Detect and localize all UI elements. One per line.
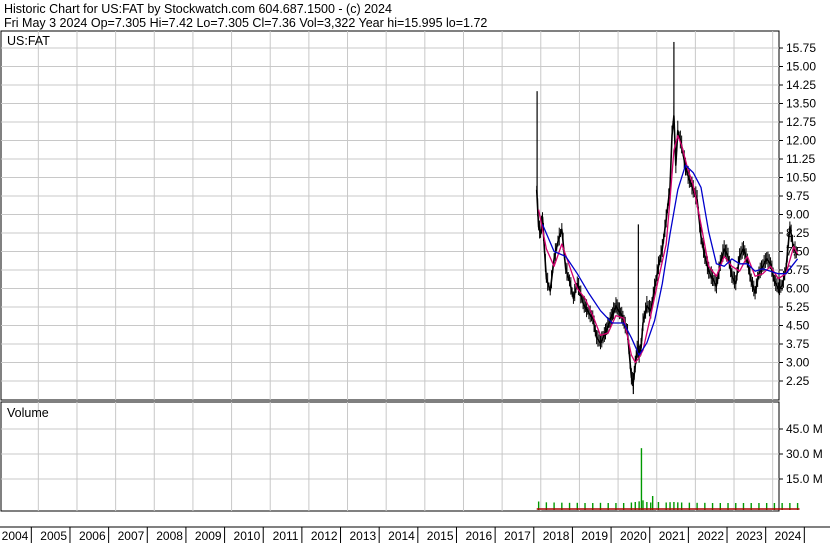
year-tick-label: 2006	[79, 529, 106, 543]
price-tick-label: 9.75	[786, 189, 810, 203]
price-panel	[0, 30, 780, 401]
year-tick-label: 2019	[581, 529, 608, 543]
year-tick-label: 2004	[2, 529, 29, 543]
year-axis-ticks: 2004 2005 2006 2007 2008 2009 2010 2011 2012 2013…	[0, 526, 830, 543]
volume-tick-label: 45.0 M	[786, 422, 823, 436]
price-tick-label: 15.75	[786, 41, 816, 55]
price-tick-label: 12.75	[786, 115, 816, 129]
year-tick-label: 2005	[40, 529, 67, 543]
year-tick-label: 2017	[504, 529, 531, 543]
year-tick-label: 2012	[311, 529, 338, 543]
year-tick-label: 2021	[659, 529, 686, 543]
year-tick-label: 2020	[620, 529, 647, 543]
price-tick-label: 14.25	[786, 78, 816, 92]
year-tick-label: 2015	[427, 529, 454, 543]
year-tick-label: 2023	[736, 529, 763, 543]
volume-panel-title: Volume	[7, 406, 49, 420]
year-tick-label: 2010	[234, 529, 261, 543]
year-tick-label: 2014	[388, 529, 415, 543]
price-tick-label: 12.00	[786, 134, 816, 148]
price-tick-label: 3.00	[786, 356, 810, 370]
price-tick-label: 10.50	[786, 171, 816, 185]
price-tick-label: 9.00	[786, 208, 810, 222]
year-tick-label: 2008	[156, 529, 183, 543]
price-tick-label: 4.50	[786, 319, 810, 333]
year-tick-label: 2011	[273, 529, 299, 543]
price-tick-label: 13.50	[786, 97, 816, 111]
price-tick-label: 2.25	[786, 374, 810, 388]
year-tick-label: 2009	[195, 529, 222, 543]
year-tick-label: 2018	[543, 529, 570, 543]
year-tick-label: 2022	[697, 529, 724, 543]
year-tick-label: 2024	[775, 529, 802, 543]
price-tick-label: 3.75	[786, 337, 810, 351]
price-panel-title: US:FAT	[7, 34, 50, 48]
price-tick-label: 5.25	[786, 300, 810, 314]
price-axis-ticks: 15.75 15.00 14.25 13.50 12.75 12.00 11.25 10.50…	[779, 41, 816, 388]
volume-panel	[0, 401, 780, 512]
price-tick-label: 6.00	[786, 282, 810, 296]
year-tick-label: 2016	[465, 529, 492, 543]
volume-tick-label: 30.0 M	[786, 447, 823, 461]
price-tick-label: 11.25	[786, 152, 815, 166]
chart-header-quote: Fri May 3 2024 Op=7.305 Hi=7.42 Lo=7.305…	[4, 16, 487, 30]
stock-chart: Historic Chart for US:FAT by Stockwatch.…	[0, 2, 830, 543]
year-tick-label: 2007	[118, 529, 145, 543]
price-tick-label: 15.00	[786, 60, 816, 74]
chart-header-title: Historic Chart for US:FAT by Stockwatch.…	[4, 2, 392, 16]
year-tick-label: 2013	[349, 529, 376, 543]
volume-tick-label: 15.0 M	[786, 472, 823, 486]
volume-axis-ticks: 45.0 M 30.0 M 15.0 M	[779, 422, 823, 486]
price-tick-label: 7.50	[786, 245, 810, 259]
